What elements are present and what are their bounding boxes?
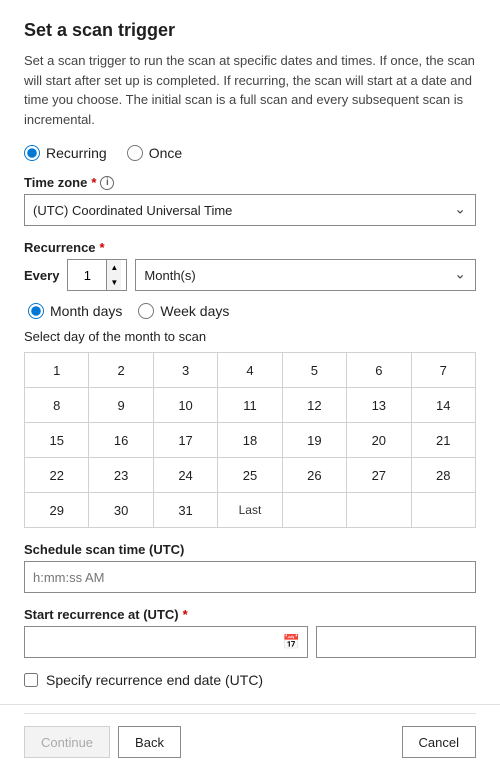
- schedule-label: Schedule scan time (UTC): [24, 542, 476, 557]
- page-title: Set a scan trigger: [24, 20, 476, 41]
- day-27[interactable]: 27: [347, 458, 411, 492]
- footer-divider: [0, 704, 500, 705]
- date-time-row: 2021-10-03 📅 3:55:00 PM: [24, 626, 476, 658]
- start-time-input[interactable]: 3:55:00 PM: [316, 626, 476, 658]
- calendar-row-5: 29 30 31 Last: [25, 493, 475, 527]
- back-button[interactable]: Back: [118, 726, 181, 758]
- timezone-select[interactable]: (UTC) Coordinated Universal Time: [24, 194, 476, 226]
- recurrence-unit-wrapper: Month(s) Week(s) Day(s): [135, 259, 476, 291]
- schedule-section: Schedule scan time (UTC): [24, 542, 476, 593]
- timezone-label: Time zone * i: [24, 175, 476, 190]
- day-28[interactable]: 28: [412, 458, 475, 492]
- day-8[interactable]: 8: [25, 388, 89, 422]
- day-1[interactable]: 1: [25, 353, 89, 387]
- calendar-grid: 1 2 3 4 5 6 7 8 9 10 11 12 13 14 15 16 1…: [24, 352, 476, 528]
- recurrence-label: Recurrence *: [24, 240, 476, 255]
- day-14[interactable]: 14: [412, 388, 475, 422]
- start-recurrence-label: Start recurrence at (UTC) *: [24, 607, 476, 622]
- day-12[interactable]: 12: [283, 388, 347, 422]
- continue-button[interactable]: Continue: [24, 726, 110, 758]
- spin-up-button[interactable]: ▲: [107, 260, 121, 275]
- calendar-row-3: 15 16 17 18 19 20 21: [25, 423, 475, 458]
- timezone-select-wrapper: (UTC) Coordinated Universal Time: [24, 194, 476, 226]
- timezone-info-icon[interactable]: i: [100, 176, 114, 190]
- day-15[interactable]: 15: [25, 423, 89, 457]
- day-20[interactable]: 20: [347, 423, 411, 457]
- recurrence-unit-select[interactable]: Month(s) Week(s) Day(s): [135, 259, 476, 291]
- week-days-radio[interactable]: [138, 303, 154, 319]
- day-21[interactable]: 21: [412, 423, 475, 457]
- cancel-button[interactable]: Cancel: [402, 726, 476, 758]
- every-label: Every: [24, 268, 59, 283]
- day-last[interactable]: Last: [218, 493, 282, 527]
- day-19[interactable]: 19: [283, 423, 347, 457]
- month-days-label: Month days: [50, 303, 122, 319]
- recurring-label: Recurring: [46, 145, 107, 161]
- timezone-section: Time zone * i (UTC) Coordinated Universa…: [24, 175, 476, 226]
- end-date-checkbox[interactable]: [24, 673, 38, 687]
- day-11[interactable]: 11: [218, 388, 282, 422]
- day-9[interactable]: 9: [89, 388, 153, 422]
- once-radio[interactable]: [127, 145, 143, 161]
- once-label: Once: [149, 145, 182, 161]
- recurring-option[interactable]: Recurring: [24, 145, 107, 161]
- day-22[interactable]: 22: [25, 458, 89, 492]
- spin-buttons: ▲ ▼: [106, 260, 121, 290]
- date-wrapper: 2021-10-03 📅: [24, 626, 308, 658]
- schedule-time-input[interactable]: [24, 561, 476, 593]
- day-empty-1: [283, 493, 347, 527]
- week-days-option[interactable]: Week days: [138, 303, 229, 319]
- day-29[interactable]: 29: [25, 493, 89, 527]
- month-days-option[interactable]: Month days: [28, 303, 122, 319]
- day-23[interactable]: 23: [89, 458, 153, 492]
- day-31[interactable]: 31: [154, 493, 218, 527]
- start-recurrence-section: Start recurrence at (UTC) * 2021-10-03 📅…: [24, 607, 476, 658]
- recurrence-section: Recurrence * Every 1 ▲ ▼ Month(s) Week(s…: [24, 240, 476, 528]
- calendar-row-1: 1 2 3 4 5 6 7: [25, 353, 475, 388]
- day-17[interactable]: 17: [154, 423, 218, 457]
- day-7[interactable]: 7: [412, 353, 475, 387]
- recurrence-number-field[interactable]: 1: [68, 260, 106, 290]
- day-3[interactable]: 3: [154, 353, 218, 387]
- spin-down-button[interactable]: ▼: [107, 275, 121, 290]
- page-description: Set a scan trigger to run the scan at sp…: [24, 51, 476, 129]
- calendar-row-4: 22 23 24 25 26 27 28: [25, 458, 475, 493]
- day-empty-2: [347, 493, 411, 527]
- day-16[interactable]: 16: [89, 423, 153, 457]
- day-empty-3: [412, 493, 475, 527]
- calendar-select-label: Select day of the month to scan: [24, 329, 476, 344]
- day-4[interactable]: 4: [218, 353, 282, 387]
- footer-left: Continue Back: [24, 726, 181, 758]
- day-26[interactable]: 26: [283, 458, 347, 492]
- recurrence-number-input: 1 ▲ ▼: [67, 259, 127, 291]
- end-date-row: Specify recurrence end date (UTC): [24, 672, 476, 688]
- day-10[interactable]: 10: [154, 388, 218, 422]
- footer-bar: Continue Back Cancel: [24, 713, 476, 758]
- recurring-radio[interactable]: [24, 145, 40, 161]
- day-5[interactable]: 5: [283, 353, 347, 387]
- trigger-type-group: Recurring Once: [24, 145, 476, 161]
- end-date-label: Specify recurrence end date (UTC): [46, 672, 263, 688]
- calendar-row-2: 8 9 10 11 12 13 14: [25, 388, 475, 423]
- day-6[interactable]: 6: [347, 353, 411, 387]
- once-option[interactable]: Once: [127, 145, 182, 161]
- day-25[interactable]: 25: [218, 458, 282, 492]
- day-2[interactable]: 2: [89, 353, 153, 387]
- recurrence-row: Every 1 ▲ ▼ Month(s) Week(s) Day(s): [24, 259, 476, 291]
- week-days-label: Week days: [160, 303, 229, 319]
- start-date-input[interactable]: 2021-10-03: [24, 626, 308, 658]
- day-type-row: Month days Week days: [24, 303, 476, 319]
- day-24[interactable]: 24: [154, 458, 218, 492]
- day-30[interactable]: 30: [89, 493, 153, 527]
- day-18[interactable]: 18: [218, 423, 282, 457]
- day-13[interactable]: 13: [347, 388, 411, 422]
- month-days-radio[interactable]: [28, 303, 44, 319]
